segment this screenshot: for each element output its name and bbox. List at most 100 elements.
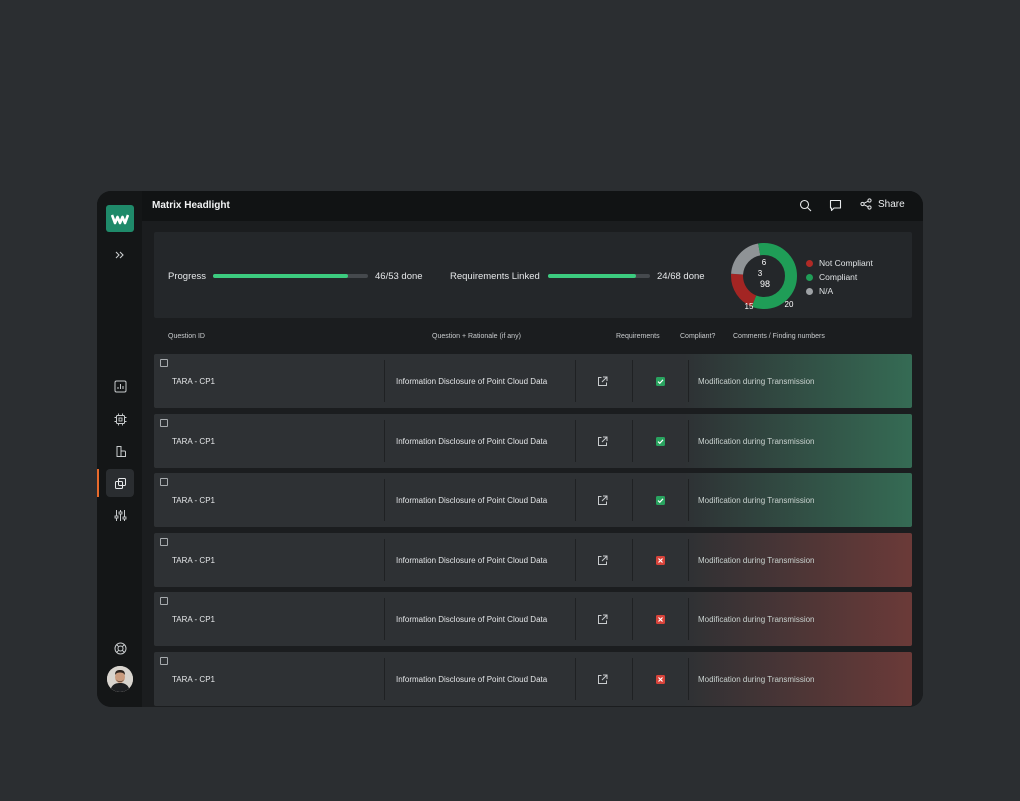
cross-icon <box>656 555 665 565</box>
divider <box>575 479 576 521</box>
col-comments[interactable]: Comments / Finding numbers <box>733 333 825 340</box>
question-cell: Information Disclosure of Point Cloud Da… <box>396 495 548 505</box>
divider <box>575 360 576 402</box>
divider <box>575 598 576 640</box>
divider <box>688 658 689 700</box>
divider <box>688 479 689 521</box>
compliance-status[interactable] <box>656 473 665 527</box>
table-row[interactable]: TARA - CP1 Information Disclosure of Poin… <box>154 414 912 468</box>
table-row[interactable]: TARA - CP1 Information Disclosure of Poin… <box>154 473 912 527</box>
check-icon <box>656 376 665 386</box>
comment-cell[interactable]: Modification during Transmission <box>698 592 815 646</box>
compliance-status[interactable] <box>656 652 665 706</box>
divider <box>688 598 689 640</box>
table-row[interactable]: TARA - CP1 Information Disclosure of Poin… <box>154 354 912 408</box>
chart-icon[interactable] <box>106 372 134 400</box>
question-cell: Information Disclosure of Point Cloud Da… <box>396 376 548 386</box>
question-cell: Information Disclosure of Point Cloud Da… <box>396 674 548 684</box>
external-link-icon[interactable] <box>597 473 608 527</box>
table-row[interactable]: TARA - CP1 Information Disclosure of Poin… <box>154 652 912 706</box>
comment-cell[interactable]: Modification during Transmission <box>698 652 815 706</box>
legend-item: N/A <box>806 284 873 298</box>
external-link-icon[interactable] <box>597 592 608 646</box>
col-question-id[interactable]: Question ID <box>168 333 205 340</box>
legend-item: Not Compliant <box>806 256 873 270</box>
requirements-label: Requirements Linked <box>450 271 540 282</box>
col-compliant[interactable]: Compliant? <box>680 333 715 340</box>
divider <box>384 539 385 581</box>
row-checkbox[interactable] <box>160 478 168 486</box>
logo-icon[interactable] <box>106 205 134 232</box>
page-title: Matrix Headlight <box>152 200 230 211</box>
external-link-icon[interactable] <box>597 533 608 587</box>
avatar[interactable] <box>107 666 133 692</box>
external-link-icon[interactable] <box>597 414 608 468</box>
divider <box>688 420 689 462</box>
compliance-status[interactable] <box>656 533 665 587</box>
table-row[interactable]: TARA - CP1 Information Disclosure of Poin… <box>154 592 912 646</box>
requirements-value: 24/68 done <box>657 271 705 282</box>
cross-icon <box>656 674 665 684</box>
check-icon <box>656 436 665 446</box>
row-checkbox[interactable] <box>160 657 168 665</box>
active-indicator <box>97 469 99 497</box>
share-icon <box>860 198 872 210</box>
share-button[interactable]: Share <box>860 198 905 210</box>
divider <box>384 420 385 462</box>
comment-icon[interactable] <box>829 199 842 212</box>
sliders-icon[interactable] <box>106 501 134 529</box>
question-id-cell: TARA - CP1 <box>172 495 215 505</box>
donut-label-na: 15 <box>745 302 754 310</box>
divider <box>384 360 385 402</box>
layers-icon[interactable] <box>106 469 134 497</box>
comment-cell[interactable]: Modification during Transmission <box>698 414 815 468</box>
sidebar <box>97 191 142 707</box>
compliance-status[interactable] <box>656 354 665 408</box>
progress-bar-fill <box>213 274 348 278</box>
share-label: Share <box>878 198 905 210</box>
compliance-status[interactable] <box>656 414 665 468</box>
col-question[interactable]: Question + Rationale (if any) <box>432 333 521 340</box>
question-cell: Information Disclosure of Point Cloud Da… <box>396 614 548 624</box>
progress-value: 46/53 done <box>375 271 423 282</box>
comment-cell[interactable]: Modification during Transmission <box>698 533 815 587</box>
row-checkbox[interactable] <box>160 538 168 546</box>
row-checkbox[interactable] <box>160 359 168 367</box>
device-icon[interactable] <box>106 437 134 465</box>
comment-cell[interactable]: Modification during Transmission <box>698 473 815 527</box>
divider <box>384 598 385 640</box>
divider <box>632 539 633 581</box>
external-link-icon[interactable] <box>597 354 608 408</box>
comment-cell[interactable]: Modification during Transmission <box>698 354 815 408</box>
divider <box>632 360 633 402</box>
double-chevron-right-icon[interactable] <box>106 241 134 269</box>
legend-label: Compliant <box>819 272 858 282</box>
lifebuoy-icon[interactable] <box>106 634 134 662</box>
divider <box>575 658 576 700</box>
chip-icon[interactable] <box>106 405 134 433</box>
progress-label: Progress <box>168 271 207 282</box>
question-id-cell: TARA - CP1 <box>172 555 215 565</box>
donut-total: 98 <box>760 279 770 289</box>
search-icon[interactable] <box>799 199 812 212</box>
divider <box>632 479 633 521</box>
question-id-cell: TARA - CP1 <box>172 614 215 624</box>
cross-icon <box>656 614 665 624</box>
app-window: Matrix Headlight Share Progress 46/53 do… <box>97 191 923 707</box>
row-checkbox[interactable] <box>160 419 168 427</box>
divider <box>688 539 689 581</box>
table-row[interactable]: TARA - CP1 Information Disclosure of Poin… <box>154 533 912 587</box>
col-requirements[interactable]: Requirements <box>616 333 660 340</box>
main-content: Progress 46/53 done Requirements Linked … <box>142 221 923 707</box>
divider <box>575 420 576 462</box>
legend-dot <box>806 259 813 267</box>
legend-dot <box>806 287 813 295</box>
donut-label-compliant: 6 <box>762 258 767 267</box>
row-checkbox[interactable] <box>160 597 168 605</box>
donut-legend: Not Compliant Compliant N/A <box>806 256 873 298</box>
requirements-bar-fill <box>548 274 636 278</box>
divider <box>632 658 633 700</box>
external-link-icon[interactable] <box>597 652 608 706</box>
divider <box>688 360 689 402</box>
compliance-status[interactable] <box>656 592 665 646</box>
